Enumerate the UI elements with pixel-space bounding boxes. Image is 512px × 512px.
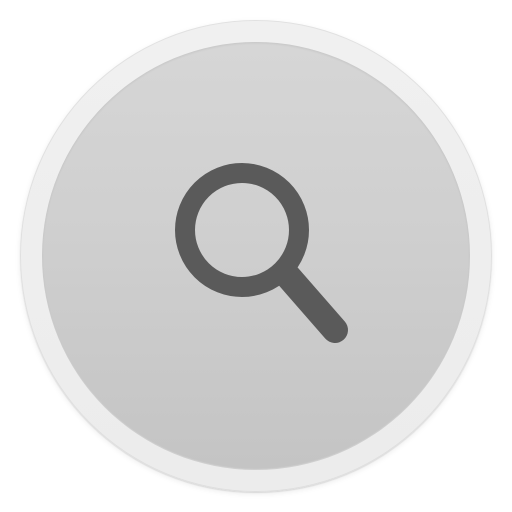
search-button[interactable] (20, 20, 492, 492)
app-icon-stage (0, 0, 512, 512)
search-button-face (42, 42, 470, 470)
